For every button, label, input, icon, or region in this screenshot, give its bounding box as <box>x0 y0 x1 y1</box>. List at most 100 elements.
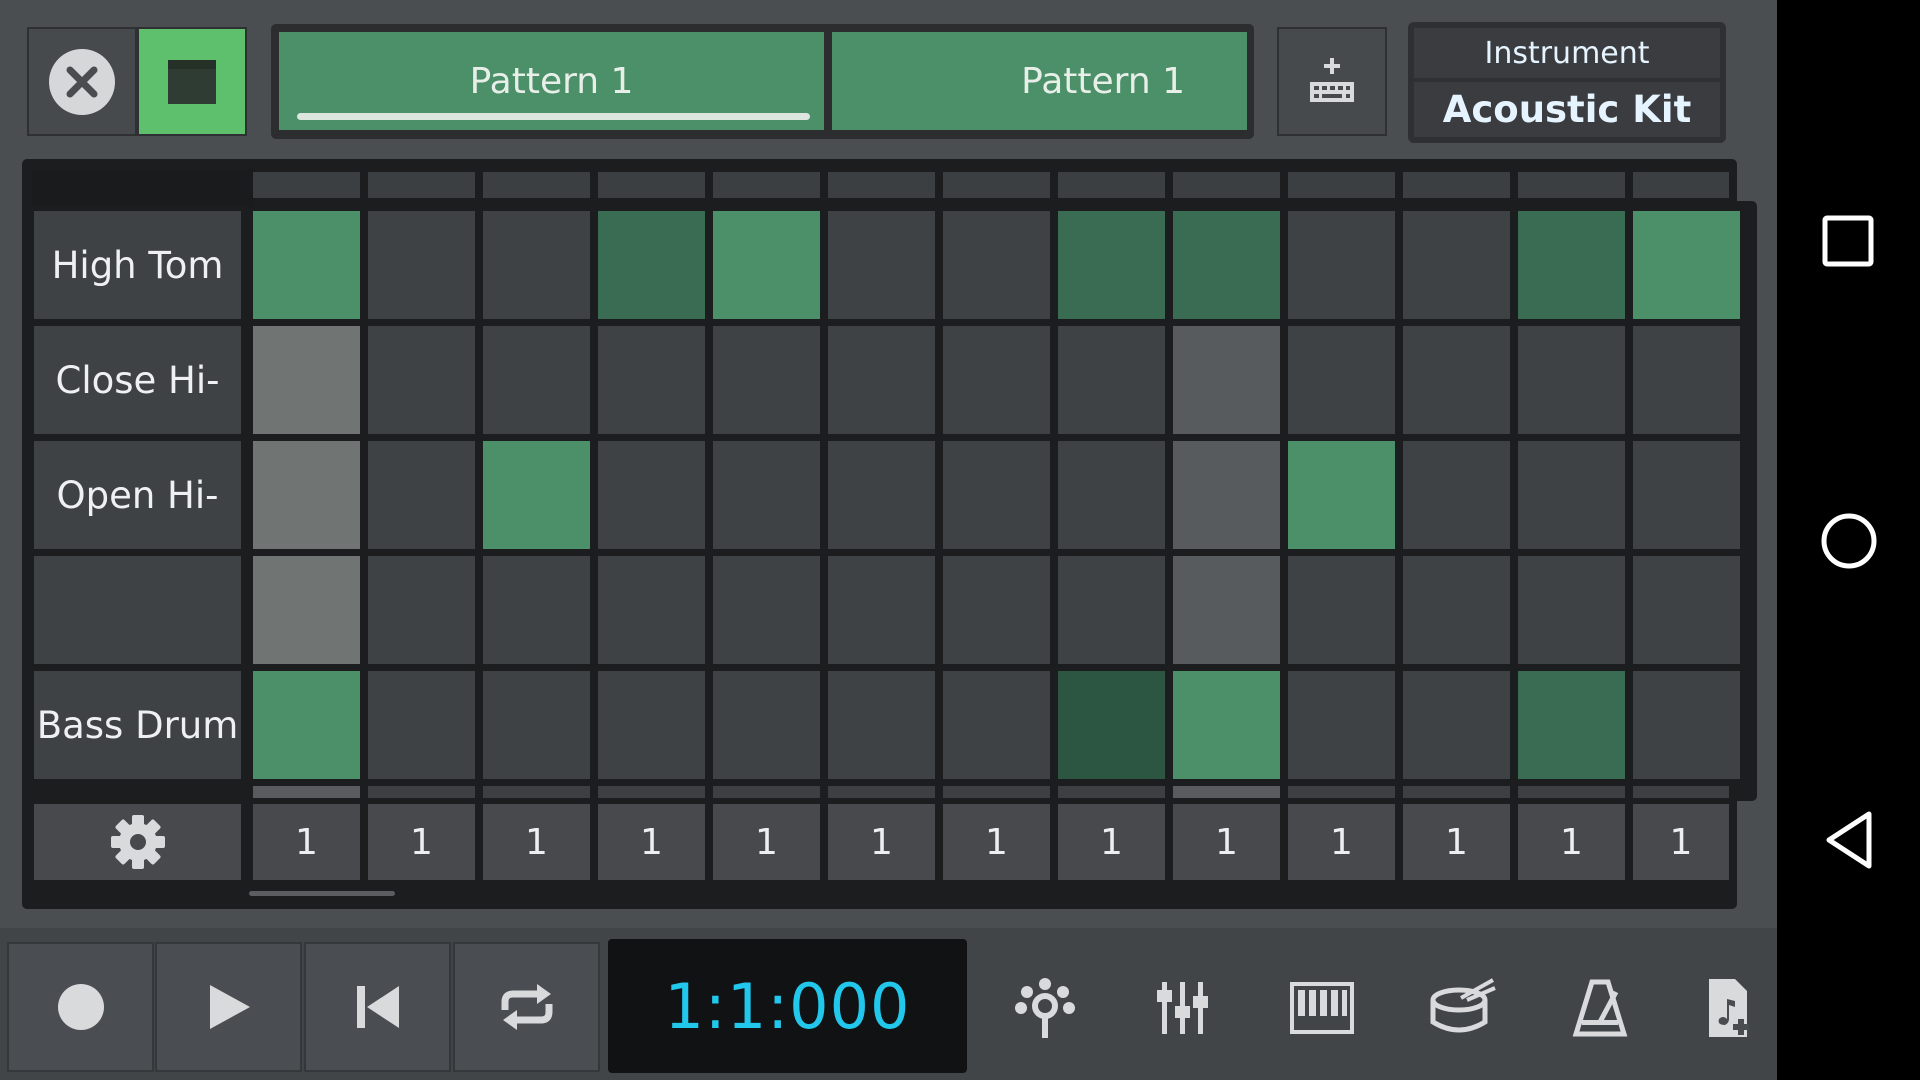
step-cell[interactable] <box>598 211 705 319</box>
step-cell[interactable] <box>483 326 590 434</box>
step-velocity-10[interactable]: 1 <box>1288 804 1395 880</box>
step-velocity-2[interactable]: 1 <box>368 804 475 880</box>
step-cell[interactable] <box>253 211 360 319</box>
step-cell[interactable] <box>253 441 360 549</box>
step-cell[interactable] <box>1288 556 1395 664</box>
rewind-button[interactable] <box>304 942 451 1072</box>
step-cell[interactable] <box>828 211 935 319</box>
step-cell[interactable] <box>1633 441 1740 549</box>
step-cell[interactable] <box>253 326 360 434</box>
step-velocity-4[interactable]: 1 <box>598 804 705 880</box>
mixer-button[interactable] <box>1142 972 1222 1044</box>
step-velocity-5[interactable]: 1 <box>713 804 820 880</box>
step-cell[interactable] <box>1288 326 1395 434</box>
step-cell[interactable] <box>483 556 590 664</box>
step-cell[interactable] <box>598 556 705 664</box>
step-cell[interactable] <box>1288 671 1395 779</box>
instrument-row-label[interactable]: Open Hi- <box>34 441 241 549</box>
step-cell[interactable] <box>1403 671 1510 779</box>
close-button[interactable] <box>27 27 137 136</box>
step-cell[interactable] <box>598 671 705 779</box>
step-cell[interactable] <box>1633 326 1740 434</box>
step-cell[interactable] <box>1058 211 1165 319</box>
time-position-display[interactable]: 1:1:000 <box>608 939 967 1073</box>
step-cell[interactable] <box>713 556 820 664</box>
step-cell[interactable] <box>1058 441 1165 549</box>
step-velocity-13[interactable]: 1 <box>1633 804 1729 880</box>
step-cell[interactable] <box>368 211 475 319</box>
step-cell[interactable] <box>1518 671 1625 779</box>
loop-button[interactable] <box>453 942 600 1072</box>
step-cell[interactable] <box>368 671 475 779</box>
pattern-tab-2[interactable]: Pattern 1 <box>832 32 1247 130</box>
recents-button[interactable] <box>1777 214 1920 270</box>
step-cell[interactable] <box>1058 671 1165 779</box>
step-velocity-6[interactable]: 1 <box>828 804 935 880</box>
home-button[interactable] <box>1777 510 1920 572</box>
step-cell[interactable] <box>943 441 1050 549</box>
step-velocity-1[interactable]: 1 <box>253 804 360 880</box>
effects-button[interactable] <box>1005 972 1085 1044</box>
step-cell[interactable] <box>828 326 935 434</box>
play-button[interactable] <box>155 942 302 1072</box>
step-cell[interactable] <box>483 211 590 319</box>
step-velocity-3[interactable]: 1 <box>483 804 590 880</box>
step-cell[interactable] <box>943 211 1050 319</box>
step-cell[interactable] <box>1173 326 1280 434</box>
step-cell[interactable] <box>1288 211 1395 319</box>
step-cell[interactable] <box>828 441 935 549</box>
instrument-selector[interactable]: Instrument Acoustic Kit <box>1408 22 1726 143</box>
step-cell[interactable] <box>713 441 820 549</box>
step-velocity-12[interactable]: 1 <box>1518 804 1625 880</box>
step-cell[interactable] <box>1403 556 1510 664</box>
step-velocity-7[interactable]: 1 <box>943 804 1050 880</box>
step-cell[interactable] <box>713 211 820 319</box>
instrument-row-label[interactable] <box>34 556 241 664</box>
piano-roll-button[interactable] <box>1282 972 1362 1044</box>
back-button[interactable] <box>1777 810 1920 870</box>
step-cell[interactable] <box>1518 556 1625 664</box>
instrument-row-label[interactable]: High Tom <box>34 211 241 319</box>
step-cell[interactable] <box>253 556 360 664</box>
step-cell[interactable] <box>943 671 1050 779</box>
step-cell[interactable] <box>1173 556 1280 664</box>
metronome-button[interactable] <box>1560 972 1640 1044</box>
step-cell[interactable] <box>1633 671 1740 779</box>
step-cell[interactable] <box>1633 556 1740 664</box>
view-toggle-button[interactable] <box>137 27 247 136</box>
step-cell[interactable] <box>943 326 1050 434</box>
step-velocity-9[interactable]: 1 <box>1173 804 1280 880</box>
step-cell[interactable] <box>1173 441 1280 549</box>
step-cell[interactable] <box>483 671 590 779</box>
step-cell[interactable] <box>1403 441 1510 549</box>
step-cell[interactable] <box>253 671 360 779</box>
horizontal-scrollbar[interactable] <box>249 891 395 896</box>
step-cell[interactable] <box>1173 671 1280 779</box>
step-cell[interactable] <box>1403 326 1510 434</box>
step-cell[interactable] <box>1403 211 1510 319</box>
step-cell[interactable] <box>1518 441 1625 549</box>
grid-settings-button[interactable] <box>34 804 241 880</box>
instrument-row-label[interactable]: Close Hi- <box>34 326 241 434</box>
step-cell[interactable] <box>1173 211 1280 319</box>
instrument-row-label[interactable]: Bass Drum <box>34 671 241 779</box>
step-cell[interactable] <box>1633 211 1740 319</box>
step-cell[interactable] <box>598 326 705 434</box>
step-cell[interactable] <box>368 326 475 434</box>
step-cell[interactable] <box>483 441 590 549</box>
step-cell[interactable] <box>1288 441 1395 549</box>
step-cell[interactable] <box>368 441 475 549</box>
add-pattern-button[interactable] <box>1277 27 1387 136</box>
step-cell[interactable] <box>598 441 705 549</box>
drum-button[interactable] <box>1422 972 1502 1044</box>
step-cell[interactable] <box>1518 326 1625 434</box>
pattern-tab-1[interactable]: Pattern 1 <box>279 32 824 130</box>
add-track-button[interactable] <box>1697 972 1757 1044</box>
step-velocity-8[interactable]: 1 <box>1058 804 1165 880</box>
step-cell[interactable] <box>828 556 935 664</box>
step-velocity-11[interactable]: 1 <box>1403 804 1510 880</box>
step-cell[interactable] <box>828 671 935 779</box>
step-cell[interactable] <box>713 326 820 434</box>
record-button[interactable] <box>7 942 154 1072</box>
step-cell[interactable] <box>943 556 1050 664</box>
